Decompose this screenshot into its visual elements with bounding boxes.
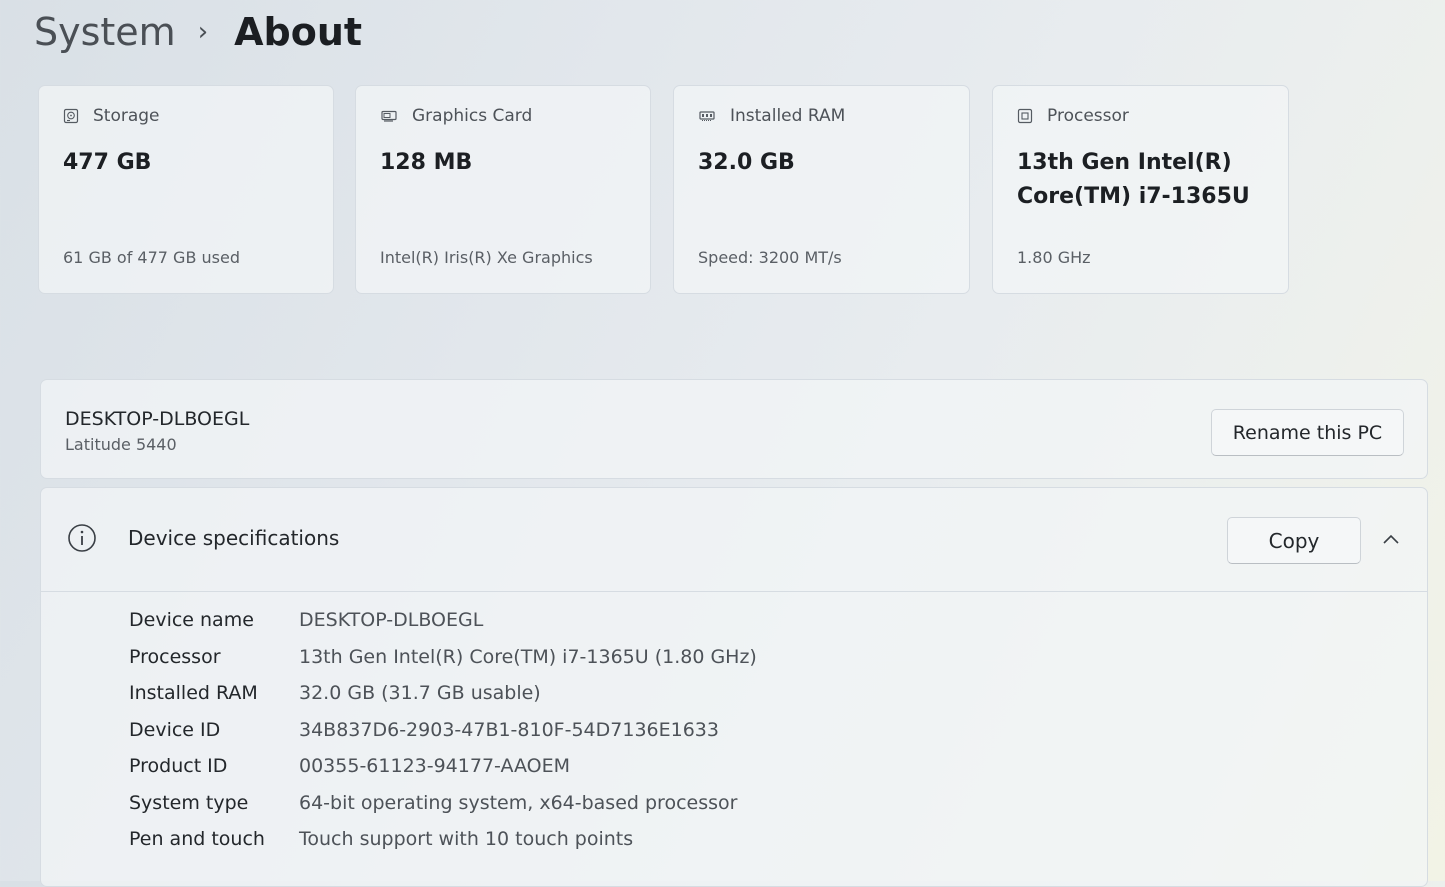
card-subtext: 1.80 GHz: [1017, 248, 1091, 267]
chevron-up-icon[interactable]: [1382, 533, 1400, 545]
card-label: Storage: [93, 106, 160, 126]
card-subtext: 61 GB of 477 GB used: [63, 248, 240, 267]
card-value: 32.0 GB: [698, 150, 795, 175]
card-label: Graphics Card: [412, 106, 533, 126]
storage-icon: [63, 108, 79, 124]
pc-name: DESKTOP-DLBOEGL: [65, 408, 250, 430]
installed-ram-card[interactable]: Installed RAM 32.0 GB Speed: 3200 MT/s: [673, 85, 970, 294]
spec-label: Device name: [129, 609, 254, 632]
pc-name-panel: DESKTOP-DLBOEGL Latitude 5440 Rename thi…: [40, 379, 1428, 479]
spec-value: 13th Gen Intel(R) Core(TM) i7-1365U (1.8…: [299, 645, 757, 668]
spec-row: Device ID 34B837D6-2903-47B1-810F-54D713…: [129, 712, 757, 749]
spec-row: System type 64-bit operating system, x64…: [129, 785, 757, 822]
spec-value: 00355-61123-94177-AAOEM: [299, 755, 571, 778]
processor-card[interactable]: Processor 13th Gen Intel(R) Core(TM) i7-…: [992, 85, 1289, 294]
spec-label: Device ID: [129, 718, 221, 741]
card-value: 128 MB: [380, 150, 473, 175]
spec-row: Pen and touch Touch support with 10 touc…: [129, 821, 757, 858]
card-label: Installed RAM: [730, 106, 846, 126]
card-header: Installed RAM: [698, 106, 845, 126]
processor-icon: [1017, 108, 1033, 124]
spec-label: System type: [129, 791, 249, 814]
card-value: 13th Gen Intel(R) Core(TM) i7-1365U: [1017, 150, 1250, 209]
card-header: Storage: [63, 106, 160, 126]
spec-row: Installed RAM 32.0 GB (31.7 GB usable): [129, 675, 757, 712]
spec-value: 34B837D6-2903-47B1-810F-54D7136E1633: [299, 718, 719, 741]
storage-card[interactable]: Storage 477 GB 61 GB of 477 GB used: [38, 85, 334, 294]
card-value: 477 GB: [63, 150, 152, 175]
copy-button[interactable]: Copy: [1227, 517, 1361, 564]
device-specifications-header[interactable]: Device specifications Copy: [41, 488, 1427, 592]
rename-pc-button[interactable]: Rename this PC: [1211, 409, 1404, 456]
card-subtext: Speed: 3200 MT/s: [698, 248, 842, 267]
pc-model: Latitude 5440: [65, 435, 177, 454]
device-specifications-panel: Device specifications Copy Device name D…: [40, 487, 1428, 887]
spec-row: Device name DESKTOP-DLBOEGL: [129, 602, 757, 639]
spec-row: Processor 13th Gen Intel(R) Core(TM) i7-…: [129, 639, 757, 676]
spec-value: Touch support with 10 touch points: [299, 828, 634, 851]
spec-row: Product ID 00355-61123-94177-AAOEM: [129, 748, 757, 785]
spec-value: 64-bit operating system, x64-based proce…: [299, 791, 738, 814]
spec-label: Product ID: [129, 755, 228, 778]
graphics-card-icon: [381, 110, 397, 122]
card-subtext: Intel(R) Iris(R) Xe Graphics: [380, 248, 593, 267]
card-label: Processor: [1047, 106, 1129, 126]
page-title: About: [234, 10, 363, 54]
card-header: Processor: [1017, 106, 1129, 126]
card-header: Graphics Card: [380, 106, 532, 126]
device-specifications-list: Device name DESKTOP-DLBOEGL Processor 13…: [129, 602, 757, 858]
graphics-card-card[interactable]: Graphics Card 128 MB Intel(R) Iris(R) Xe…: [355, 85, 651, 294]
spec-label: Processor: [129, 645, 221, 668]
spec-label: Pen and touch: [129, 828, 265, 851]
device-specifications-title: Device specifications: [128, 526, 340, 550]
breadcrumb-chevron-icon: ›: [197, 17, 209, 47]
info-icon: [68, 524, 96, 552]
breadcrumb-system[interactable]: System: [34, 10, 176, 54]
spec-value: DESKTOP-DLBOEGL: [299, 609, 484, 632]
breadcrumb: System › About: [34, 6, 362, 58]
spec-value: 32.0 GB (31.7 GB usable): [299, 682, 541, 705]
ram-icon: [699, 111, 715, 121]
spec-label: Installed RAM: [129, 682, 258, 705]
